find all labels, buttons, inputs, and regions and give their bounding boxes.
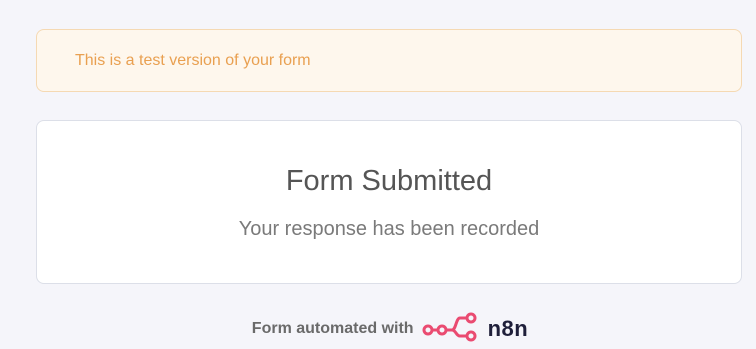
form-submitted-page: This is a test version of your form Form… [0,0,756,349]
n8n-logo-icon [422,310,482,347]
submission-confirmation-card: Form Submitted Your response has been re… [36,120,742,284]
test-version-banner-text: This is a test version of your form [75,51,311,69]
footer-attribution: Form automated with n8n [0,310,756,347]
confirmation-title: Form Submitted [285,165,493,197]
confirmation-subtitle: Your response has been recorded [238,218,540,240]
footer-text: Form automated with [251,319,414,337]
test-version-banner: This is a test version of your form [36,29,742,92]
n8n-brand-name: n8n [487,315,529,341]
n8n-brand-link[interactable]: n8n [422,310,529,347]
